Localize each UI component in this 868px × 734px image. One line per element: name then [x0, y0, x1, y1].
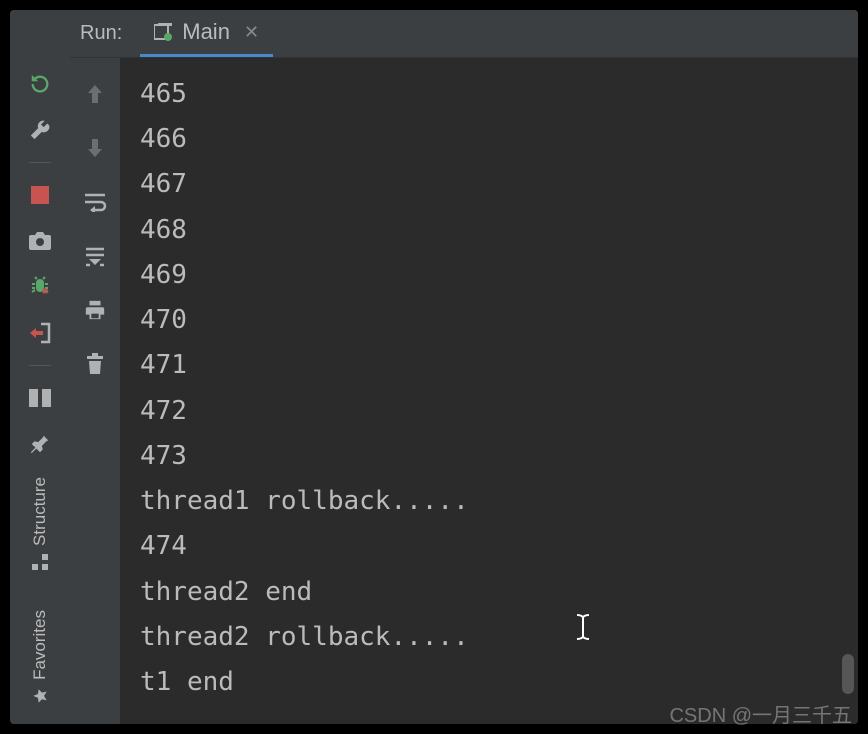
close-icon[interactable]: ✕ [244, 22, 259, 43]
wrench-icon[interactable] [25, 116, 55, 144]
arrow-up-icon[interactable] [80, 80, 110, 108]
run-config-icon [154, 23, 174, 41]
divider [29, 162, 51, 163]
bug-icon[interactable] [25, 273, 55, 301]
print-icon[interactable] [80, 296, 110, 324]
scroll-to-end-icon[interactable] [80, 242, 110, 270]
trash-icon[interactable] [80, 350, 110, 378]
tab-main[interactable]: Main ✕ [140, 10, 273, 57]
console-line: 471 [140, 343, 838, 388]
exit-icon[interactable] [25, 319, 55, 347]
console-line: 472 [140, 389, 838, 434]
console-toolbar [70, 58, 120, 724]
console-line: thread2 end [140, 570, 838, 615]
pin-icon[interactable] [25, 430, 55, 458]
sidebar-vertical-tabs: Structure Favorites [10, 477, 70, 704]
layout-icon[interactable] [25, 384, 55, 412]
console-line: 468 [140, 208, 838, 253]
scrollbar-track[interactable] [842, 58, 856, 724]
scrollbar-thumb[interactable] [842, 654, 854, 694]
console-output[interactable]: 465466467468469470471472473thread1 rollb… [120, 58, 858, 724]
divider [29, 365, 51, 366]
console-line: 465 [140, 72, 838, 117]
console-line: 470 [140, 298, 838, 343]
favorites-label: Favorites [30, 610, 50, 680]
stop-button[interactable] [25, 181, 55, 209]
run-body: 465466467468469470471472473thread1 rollb… [70, 58, 858, 724]
console-line: 473 [140, 434, 838, 479]
camera-icon[interactable] [25, 227, 55, 255]
structure-label: Structure [30, 477, 50, 546]
watermark: CSDN @一月三千五 [669, 699, 852, 728]
console-line: 469 [140, 253, 838, 298]
rerun-icon[interactable] [25, 70, 55, 98]
ide-run-panel: Structure Favorites Run: Main ✕ [10, 10, 858, 724]
run-header: Run: Main ✕ [70, 10, 858, 58]
left-tool-sidebar: Structure Favorites [10, 10, 70, 724]
run-label: Run: [80, 10, 140, 57]
console-line: 474 [140, 524, 838, 569]
tab-label: Main [182, 19, 230, 45]
soft-wrap-icon[interactable] [80, 188, 110, 216]
structure-tab[interactable]: Structure [30, 477, 50, 570]
console-line: thread2 rollback..... [140, 615, 838, 660]
console-line: thread1 rollback..... [140, 479, 838, 524]
console-line: 467 [140, 162, 838, 207]
favorites-tab[interactable]: Favorites [30, 610, 50, 704]
console-line: 466 [140, 117, 838, 162]
run-content: Run: Main ✕ [70, 10, 858, 724]
arrow-down-icon[interactable] [80, 134, 110, 162]
